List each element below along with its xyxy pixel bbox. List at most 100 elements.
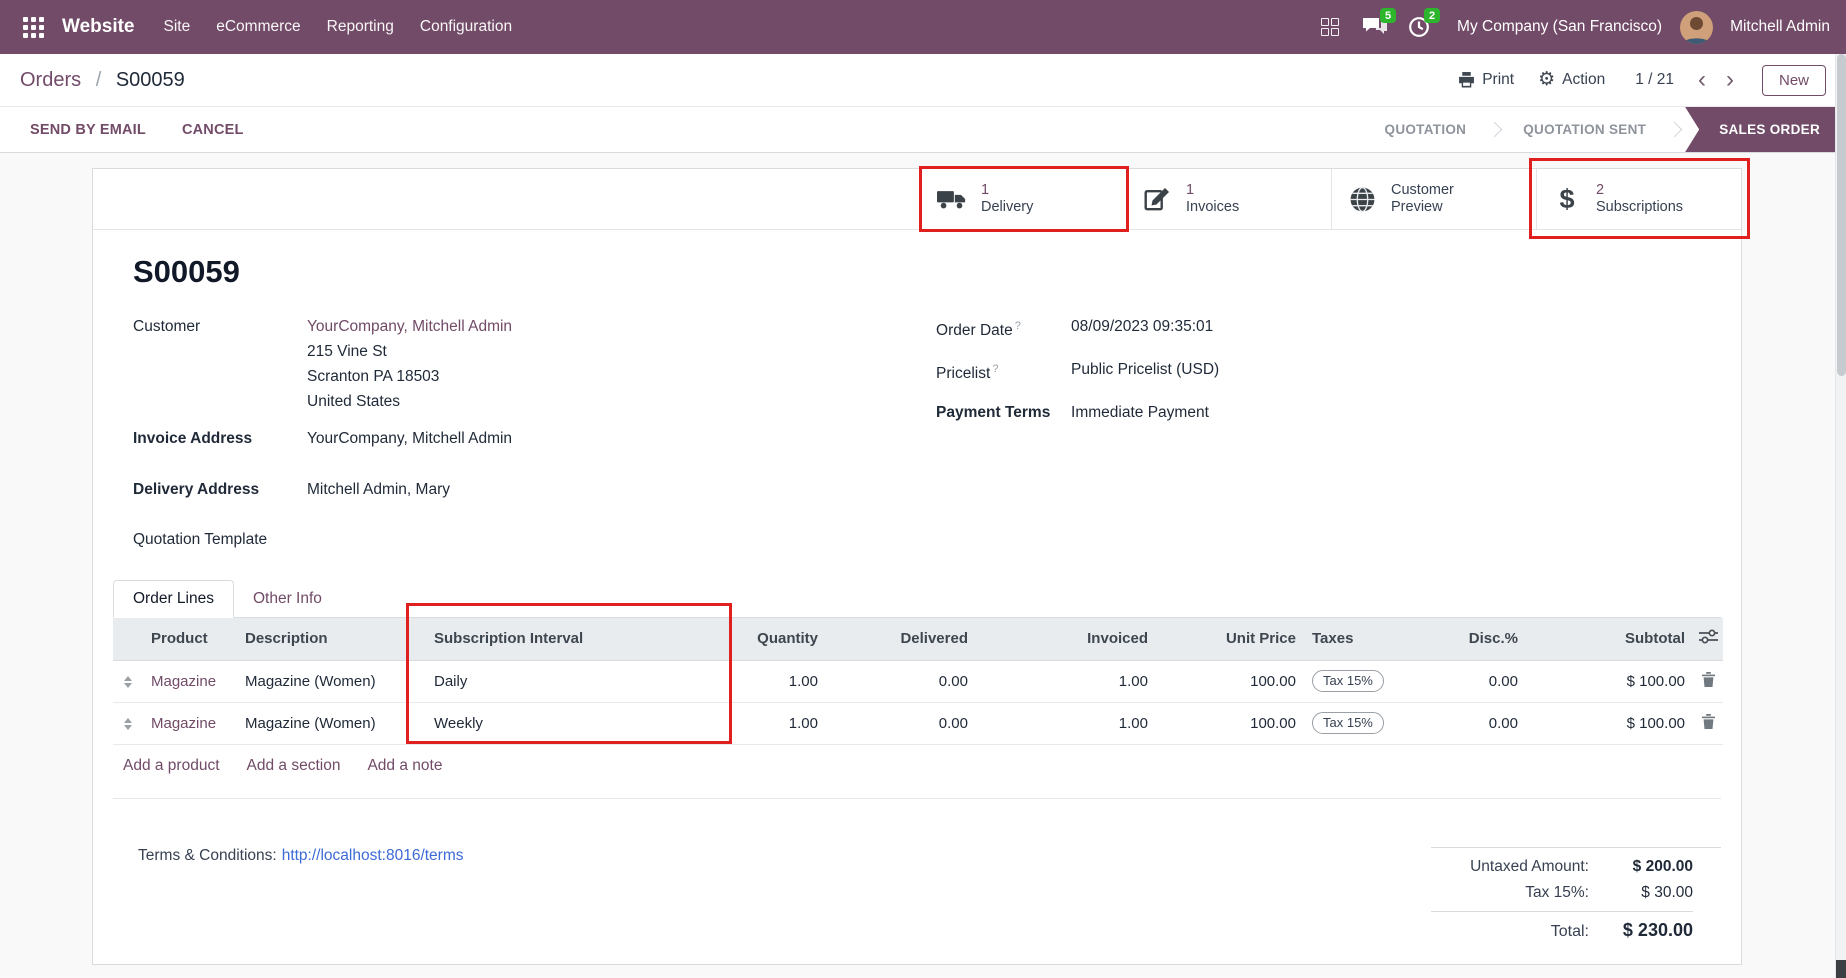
quantity-cell[interactable]: 1.00 <box>732 702 826 744</box>
delivered-cell[interactable]: 0.00 <box>826 660 976 702</box>
column-delivered[interactable]: Delivered <box>826 618 976 660</box>
pager-previous-icon[interactable] <box>1698 68 1706 92</box>
field-pricelist: Pricelist? Public Pricelist (USD) <box>936 357 1701 386</box>
pricelist-value[interactable]: Public Pricelist (USD) <box>1071 357 1219 382</box>
pricelist-label: Pricelist? <box>936 357 1071 386</box>
add-a-note-link[interactable]: Add a note <box>367 757 442 775</box>
pager-next-icon[interactable] <box>1726 68 1734 92</box>
new-button[interactable]: New <box>1762 65 1826 96</box>
scrollbar-down-button[interactable] <box>1836 960 1846 978</box>
terms-label: Terms & Conditions: <box>138 847 277 864</box>
order-title: S00059 <box>133 254 1701 290</box>
state-quotation-sent[interactable]: QUOTATION SENT <box>1499 107 1670 152</box>
activities-icon[interactable]: 2 <box>1401 9 1437 45</box>
column-disc[interactable]: Disc.% <box>1421 618 1526 660</box>
unit-price-cell[interactable]: 100.00 <box>1156 660 1304 702</box>
column-product[interactable]: Product <box>143 618 237 660</box>
print-label: Print <box>1482 71 1514 89</box>
column-description[interactable]: Description <box>237 618 406 660</box>
subscription-interval-cell[interactable]: Daily <box>406 660 732 702</box>
avatar[interactable] <box>1680 11 1713 44</box>
customer-address-line: 215 Vine St <box>307 339 512 364</box>
messages-icon[interactable]: 5 <box>1357 9 1393 45</box>
invoices-count: 1 <box>1186 182 1239 199</box>
menu-configuration[interactable]: Configuration <box>407 0 525 54</box>
messages-badge: 5 <box>1380 8 1396 23</box>
discount-cell[interactable]: 0.00 <box>1421 702 1526 744</box>
optional-columns-icon[interactable] <box>1693 618 1723 660</box>
column-quantity[interactable]: Quantity <box>732 618 826 660</box>
user-menu[interactable]: Mitchell Admin <box>1730 18 1830 36</box>
menu-reporting[interactable]: Reporting <box>314 0 407 54</box>
add-a-section-link[interactable]: Add a section <box>247 757 341 775</box>
column-subscription-interval[interactable]: Subscription Interval <box>406 618 732 660</box>
breadcrumb-separator: / <box>96 69 102 91</box>
stat-button-invoices[interactable]: 1 Invoices <box>1126 169 1331 229</box>
state-quotation[interactable]: QUOTATION <box>1361 107 1491 152</box>
subscription-interval-cell[interactable]: Weekly <box>406 702 732 744</box>
state-sales-order[interactable]: SALES ORDER <box>1685 107 1846 152</box>
breadcrumb-orders[interactable]: Orders <box>20 69 81 91</box>
invoice-address-value[interactable]: YourCompany, Mitchell Admin <box>307 426 512 451</box>
column-taxes[interactable]: Taxes <box>1304 618 1421 660</box>
payment-terms-value[interactable]: Immediate Payment <box>1071 400 1209 425</box>
unit-price-cell[interactable]: 100.00 <box>1156 702 1304 744</box>
delivered-cell[interactable]: 0.00 <box>826 702 976 744</box>
print-button[interactable]: Print <box>1458 71 1514 89</box>
stat-button-delivery[interactable]: 1 Delivery <box>921 169 1126 229</box>
field-invoice-address: Invoice Address YourCompany, Mitchell Ad… <box>133 426 832 451</box>
description-cell[interactable]: Magazine (Women) <box>237 702 406 744</box>
action-button[interactable]: Action <box>1538 70 1605 90</box>
customer-address-line: Scranton PA 18503 <box>307 364 512 389</box>
product-link[interactable]: Magazine <box>151 673 216 690</box>
stat-button-row: 1 Delivery 1 Invoices <box>93 169 1741 230</box>
tab-other-info[interactable]: Other Info <box>234 581 341 617</box>
menu-ecommerce[interactable]: eCommerce <box>203 0 313 54</box>
customer-link[interactable]: YourCompany, Mitchell Admin <box>307 314 512 339</box>
company-switcher[interactable]: My Company (San Francisco) <box>1457 18 1662 36</box>
app-name[interactable]: Website <box>62 16 135 38</box>
product-link[interactable]: Magazine <box>151 715 216 732</box>
menu-site[interactable]: Site <box>151 0 204 54</box>
quantity-cell[interactable]: 1.00 <box>732 660 826 702</box>
activities-badge: 2 <box>1424 8 1440 23</box>
apps-menu-icon[interactable] <box>16 10 50 44</box>
breadcrumb-current: S00059 <box>116 69 185 91</box>
apps-switcher-icon[interactable] <box>1319 16 1341 38</box>
tax-tag[interactable]: Tax 15% <box>1312 670 1384 693</box>
tab-order-lines[interactable]: Order Lines <box>113 580 234 618</box>
invoiced-cell[interactable]: 1.00 <box>976 660 1156 702</box>
field-order-date: Order Date? 08/09/2023 09:35:01 <box>936 314 1701 343</box>
send-by-email-button[interactable]: SEND BY EMAIL <box>30 122 146 138</box>
delivery-address-value[interactable]: Mitchell Admin, Mary <box>307 477 450 502</box>
terms-link[interactable]: http://localhost:8016/terms <box>282 847 464 864</box>
stat-button-customer-preview[interactable]: Customer Preview <box>1331 169 1536 229</box>
tax-tag[interactable]: Tax 15% <box>1312 712 1384 735</box>
column-unit-price[interactable]: Unit Price <box>1156 618 1304 660</box>
stat-button-subscriptions[interactable]: 2 Subscriptions <box>1536 169 1741 229</box>
status-widget: QUOTATION QUOTATION SENT SALES ORDER <box>1361 107 1846 152</box>
drag-handle-icon[interactable] <box>124 718 132 730</box>
column-invoiced[interactable]: Invoiced <box>976 618 1156 660</box>
scrollbar-thumb[interactable] <box>1837 54 1846 376</box>
delete-row-icon[interactable] <box>1702 714 1715 729</box>
vertical-scrollbar[interactable] <box>1835 54 1846 978</box>
invoiced-cell[interactable]: 1.00 <box>976 702 1156 744</box>
gear-icon <box>1538 70 1555 90</box>
handle-column-header <box>113 618 143 660</box>
table-header-row: Product Description Subscription Interva… <box>113 618 1723 660</box>
dollar-icon <box>1559 186 1574 213</box>
delete-row-icon[interactable] <box>1702 672 1715 687</box>
breadcrumb: Orders / S00059 <box>20 69 185 92</box>
field-payment-terms: Payment Terms Immediate Payment <box>936 400 1701 425</box>
column-subtotal[interactable]: Subtotal <box>1526 618 1693 660</box>
cancel-button[interactable]: CANCEL <box>182 122 244 138</box>
order-date-label: Order Date? <box>936 314 1071 343</box>
tax-label: Tax 15%: <box>1525 884 1589 902</box>
add-a-product-link[interactable]: Add a product <box>123 757 220 775</box>
description-cell[interactable]: Magazine (Women) <box>237 660 406 702</box>
order-date-value[interactable]: 08/09/2023 09:35:01 <box>1071 314 1213 339</box>
discount-cell[interactable]: 0.00 <box>1421 660 1526 702</box>
form-sheet: 1 Delivery 1 Invoices <box>92 168 1742 965</box>
drag-handle-icon[interactable] <box>124 676 132 688</box>
